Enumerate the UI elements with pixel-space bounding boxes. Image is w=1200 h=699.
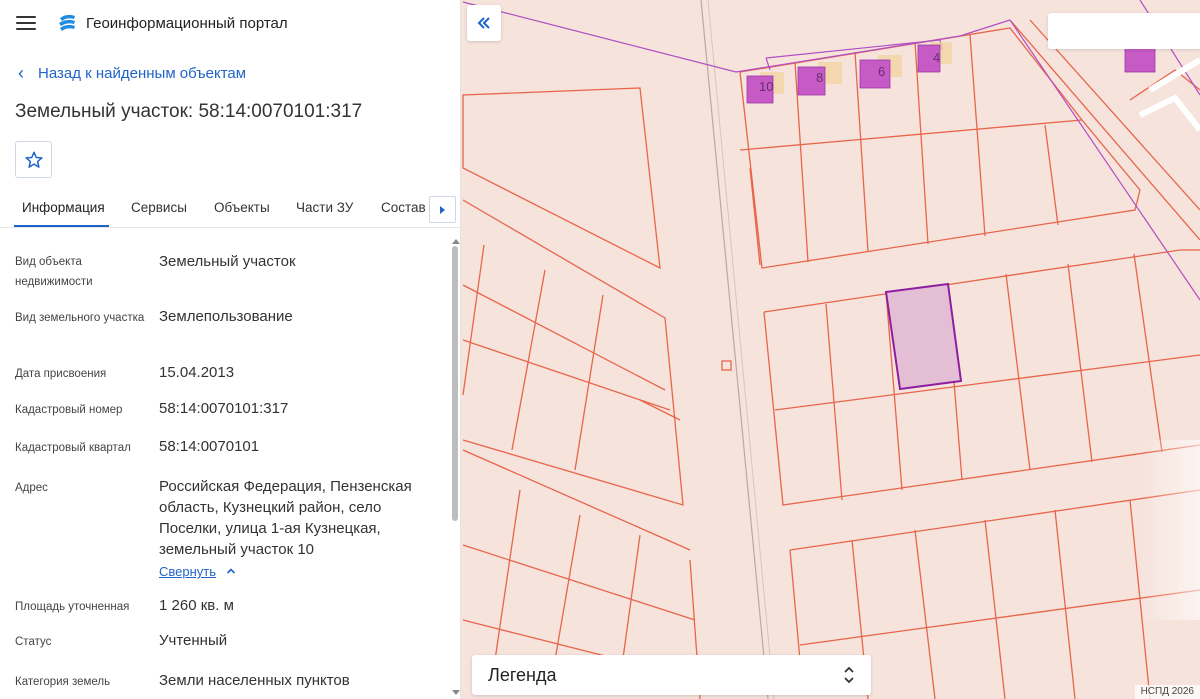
back-to-results-link[interactable]: ‹ Назад к найденным объектам <box>18 64 246 82</box>
label-cadastral-number: Кадастровый номер <box>15 404 123 416</box>
back-link-label: Назад к найденным объектам <box>38 64 247 82</box>
value-assign-date: 15.04.2013 <box>159 364 235 381</box>
tab-services[interactable]: Сервисы <box>131 200 187 215</box>
building-number-labels: 10 8 6 4 <box>759 50 940 94</box>
label-area: Площадь уточненная <box>15 601 130 613</box>
legend-toggle[interactable]: Легенда <box>472 655 871 695</box>
app-title: Геоинформационный портал <box>86 14 288 32</box>
collapse-address-link[interactable]: Свернуть <box>159 564 216 579</box>
building-label: 4 <box>933 50 940 65</box>
expand-collapse-icon <box>844 666 854 684</box>
active-tab-indicator <box>14 225 109 227</box>
double-chevron-left-icon <box>477 17 490 29</box>
label-cadastral-quarter: Кадастровый квартал <box>15 442 131 454</box>
portal-logo-icon <box>59 14 75 31</box>
value-land-type: Землепользование <box>159 308 293 325</box>
map-search-input[interactable] <box>1048 13 1200 49</box>
scroll-up-arrow-icon[interactable] <box>452 239 460 244</box>
parcel-boundaries <box>462 0 1200 699</box>
label-assign-date: Дата присвоения <box>15 368 107 380</box>
cadastral-map[interactable]: 10 8 6 4 <box>461 0 1200 699</box>
value-status: Учтенный <box>159 632 228 649</box>
tab-composition[interactable]: Состав <box>381 200 426 215</box>
menu-icon[interactable] <box>16 16 36 30</box>
building-label: 10 <box>759 79 773 94</box>
label-land-type: Вид земельного участка <box>15 312 145 324</box>
chevron-left-icon: ‹ <box>18 63 24 83</box>
favorite-button[interactable] <box>15 141 52 178</box>
map-copyright: НСПД 2026 <box>1134 685 1200 699</box>
top-bar: Геоинформационный портал <box>0 0 460 46</box>
building-label: 6 <box>878 64 885 79</box>
page-title: Земельный участок: 58:14:0070101:317 <box>15 101 363 122</box>
info-scrollbar[interactable] <box>450 236 460 699</box>
tab-information[interactable]: Информация <box>22 200 105 215</box>
tabs-scroll-right-button[interactable] <box>429 196 456 223</box>
value-cadastral-number: 58:14:0070101:317 <box>159 400 289 417</box>
label-object-type: Вид объекта недвижимости <box>15 256 93 288</box>
map-canvas[interactable]: 10 8 6 4 <box>461 0 1200 699</box>
chevron-up-icon[interactable] <box>226 566 236 576</box>
map-edge-fade <box>1140 440 1200 620</box>
label-status: Статус <box>15 636 52 648</box>
label-land-category: Категория земель <box>15 676 111 688</box>
label-address: Адрес <box>15 482 48 494</box>
info-panel: Геоинформационный портал ‹ Назад к найде… <box>0 0 461 699</box>
collapse-panel-button[interactable] <box>467 5 501 41</box>
value-land-category: Земли населенных пунктов <box>159 672 350 689</box>
star-icon <box>24 151 43 168</box>
buildings-layer <box>746 42 1156 104</box>
tab-objects[interactable]: Объекты <box>214 200 270 215</box>
scroll-thumb[interactable] <box>452 246 458 521</box>
value-object-type: Земельный участок <box>159 253 296 270</box>
value-address: Российская Федерация, Пензенская область… <box>159 478 412 558</box>
tab-bar: Информация Сервисы Объекты Части ЗУ Сост… <box>0 192 460 228</box>
selected-parcel[interactable] <box>884 282 963 391</box>
legend-title: Легенда <box>488 664 557 685</box>
scroll-down-arrow-icon[interactable] <box>452 690 460 695</box>
value-area: 1 260 кв. м <box>159 597 234 614</box>
tab-parts[interactable]: Части ЗУ <box>296 200 353 215</box>
value-cadastral-quarter: 58:14:0070101 <box>159 438 260 455</box>
building-label: 8 <box>816 70 823 85</box>
